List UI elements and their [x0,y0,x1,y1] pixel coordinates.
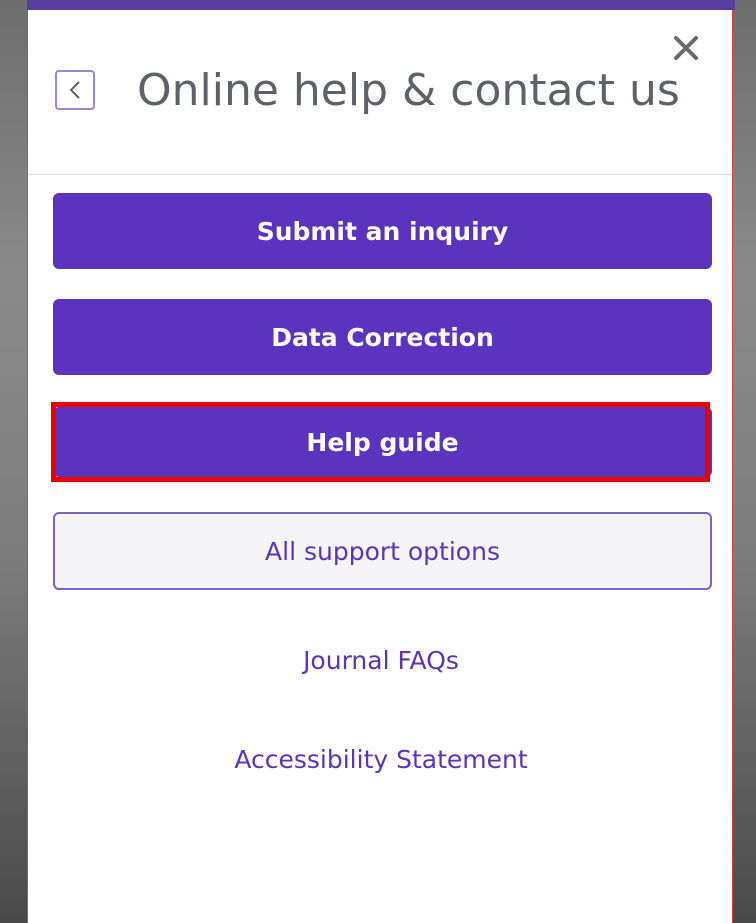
back-button[interactable] [55,70,95,110]
chevron-left-icon [68,79,82,101]
journal-faqs-link[interactable]: Journal FAQs [28,646,734,675]
help-guide-button[interactable]: Help guide [53,407,712,477]
accessibility-statement-link[interactable]: Accessibility Statement [28,745,734,774]
panel-top-border [27,0,735,10]
all-support-options-button[interactable]: All support options [53,512,712,590]
dialog-title: Online help & contact us [137,65,680,116]
data-correction-button[interactable]: Data Correction [53,299,712,375]
close-icon [673,35,699,65]
close-button[interactable] [668,32,704,68]
dialog-header: Online help & contact us [28,10,732,175]
help-dialog: Online help & contact us Submit an inqui… [27,10,733,923]
submit-inquiry-button[interactable]: Submit an inquiry [53,193,712,269]
